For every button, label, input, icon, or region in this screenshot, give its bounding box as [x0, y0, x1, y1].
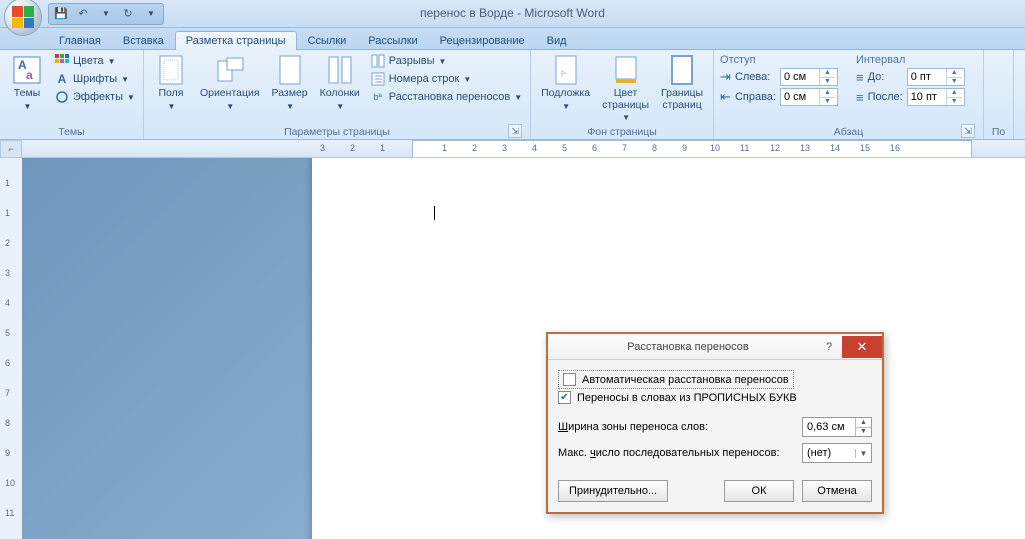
- watermark-button[interactable]: A Подложка▼: [537, 52, 594, 113]
- page-color-icon: [610, 54, 642, 86]
- theme-colors-button[interactable]: Цвета▼: [52, 52, 137, 70]
- page-color-button[interactable]: Цвет страницы▼: [598, 52, 653, 124]
- columns-button[interactable]: Колонки▼: [316, 52, 364, 113]
- group-label-page-setup: Параметры страницы ⇲: [150, 124, 524, 139]
- zone-input[interactable]: ▲▼: [802, 417, 872, 437]
- svg-text:a: a: [26, 68, 33, 82]
- manual-button[interactable]: Принудительно...: [558, 480, 668, 502]
- group-arrange: По: [984, 50, 1014, 139]
- indent-right-label: Справа:: [735, 91, 776, 103]
- space-before-input[interactable]: ▲▼: [907, 68, 965, 86]
- dialog-title: Расстановка переносов: [560, 341, 816, 353]
- group-label-arrange: По: [990, 124, 1007, 139]
- tab-mailings[interactable]: Рассылки: [357, 31, 428, 50]
- line-numbers-icon: [370, 71, 386, 87]
- orientation-button[interactable]: Ориентация▼: [196, 52, 264, 113]
- chevron-down-icon: ▼: [24, 102, 32, 111]
- qat-customize[interactable]: ▼: [143, 6, 159, 22]
- indent-right-input[interactable]: ▲▼: [780, 88, 838, 106]
- margins-button[interactable]: Поля▼: [150, 52, 192, 113]
- tab-view[interactable]: Вид: [536, 31, 578, 50]
- orientation-icon: [214, 54, 246, 86]
- space-before-icon: ≡: [856, 70, 864, 85]
- checkbox-icon: [563, 373, 576, 386]
- indent-left-input[interactable]: ▲▼: [780, 68, 838, 86]
- office-logo-icon: [12, 6, 34, 28]
- redo-button[interactable]: ↻: [120, 6, 136, 22]
- dialog-titlebar[interactable]: Расстановка переносов ? ✕: [548, 334, 882, 360]
- group-paragraph: Отступ ⇥ Слева: ▲▼ ⇤ Справа: ▲▼ Интервал…: [714, 50, 984, 139]
- window-title: перенос в Ворде - Microsoft Word: [420, 6, 605, 20]
- columns-icon: [324, 54, 356, 86]
- themes-icon: Aa: [11, 54, 43, 86]
- effects-icon: [54, 89, 70, 105]
- save-button[interactable]: 💾: [53, 6, 69, 22]
- indent-right-icon: ⇤: [720, 89, 731, 105]
- space-after-icon: ≡: [856, 90, 864, 105]
- indent-left-icon: ⇥: [720, 69, 731, 85]
- checkbox-icon: ✔: [558, 391, 571, 404]
- ruler-corner[interactable]: ⌐: [0, 140, 22, 158]
- space-after-input[interactable]: ▲▼: [907, 88, 965, 106]
- hyphenation-dialog: Расстановка переносов ? ✕ Автоматическая…: [546, 332, 884, 514]
- page-borders-button[interactable]: Границы страниц: [657, 52, 707, 113]
- vertical-ruler[interactable]: 1 1 2 3 4 5 6 7 8 9 10 11: [0, 158, 22, 539]
- tab-insert[interactable]: Вставка: [112, 31, 175, 50]
- quick-access-toolbar: 💾 ↶ ▼ ↻ ▼: [48, 3, 164, 25]
- spacing-heading: Интервал: [856, 54, 965, 68]
- colors-icon: [54, 53, 70, 69]
- margins-icon: [155, 54, 187, 86]
- themes-button[interactable]: Aa Темы ▼: [6, 52, 48, 113]
- indent-heading: Отступ: [720, 54, 838, 68]
- hyphenation-icon: bª: [370, 89, 386, 105]
- indent-left-label: Слева:: [735, 71, 776, 83]
- ok-button[interactable]: ОК: [724, 480, 794, 502]
- auto-hyphenation-checkbox[interactable]: Автоматическая расстановка переносов: [558, 370, 794, 389]
- hyphenation-button[interactable]: bª Расстановка переносов▼: [368, 88, 524, 106]
- group-page-background: A Подложка▼ Цвет страницы▼ Границы стран…: [531, 50, 714, 139]
- fonts-icon: A: [54, 71, 70, 87]
- breaks-button[interactable]: Разрывы▼: [368, 52, 524, 70]
- theme-effects-button[interactable]: Эффекты▼: [52, 88, 137, 106]
- line-numbers-button[interactable]: Номера строк▼: [368, 70, 524, 88]
- cancel-button[interactable]: Отмена: [802, 480, 872, 502]
- tab-references[interactable]: Ссылки: [297, 31, 358, 50]
- group-label-themes: Темы: [6, 124, 137, 139]
- caps-hyphenation-checkbox[interactable]: ✔ Переносы в словах из ПРОПИСНЫХ БУКВ: [558, 389, 872, 406]
- horizontal-ruler[interactable]: 3 2 1 1 2 3 4 5 6 7 8 9 10 11 12 13 14 1…: [22, 140, 1025, 158]
- undo-button[interactable]: ↶: [75, 6, 91, 22]
- theme-fonts-button[interactable]: A Шрифты▼: [52, 70, 137, 88]
- watermark-icon: A: [550, 54, 582, 86]
- page-borders-icon: [666, 54, 698, 86]
- paragraph-launcher[interactable]: ⇲: [961, 124, 975, 138]
- undo-dropdown[interactable]: ▼: [98, 6, 114, 22]
- group-label-paragraph: Абзац ⇲: [720, 124, 977, 139]
- space-before-label: До:: [868, 71, 903, 83]
- ribbon: Aa Темы ▼ Цвета▼ A Шрифты▼ Эффекты▼: [0, 50, 1025, 140]
- limit-combo[interactable]: (нет)▼: [802, 443, 872, 463]
- space-after-label: После:: [868, 91, 903, 103]
- watermark-text: FREE-OFFICE.NET: [904, 523, 1017, 535]
- page-setup-launcher[interactable]: ⇲: [508, 124, 522, 138]
- breaks-icon: [370, 53, 386, 69]
- size-button[interactable]: Размер▼: [268, 52, 312, 113]
- tab-home[interactable]: Главная: [48, 31, 112, 50]
- group-themes: Aa Темы ▼ Цвета▼ A Шрифты▼ Эффекты▼: [0, 50, 144, 139]
- size-icon: [274, 54, 306, 86]
- group-label-page-bg: Фон страницы: [537, 124, 707, 139]
- dialog-close-button[interactable]: ✕: [842, 336, 882, 358]
- title-bar: 💾 ↶ ▼ ↻ ▼ перенос в Ворде - Microsoft Wo…: [0, 0, 1025, 28]
- text-cursor: [434, 206, 435, 220]
- dialog-help-button[interactable]: ?: [816, 336, 842, 358]
- tab-review[interactable]: Рецензирование: [429, 31, 536, 50]
- zone-label: ШШирина зоны переноса слов:ирина зоны пе…: [558, 421, 708, 433]
- ribbon-tabs: Главная Вставка Разметка страницы Ссылки…: [0, 28, 1025, 50]
- tab-page-layout[interactable]: Разметка страницы: [175, 31, 297, 50]
- limit-label: Макс. число последовательных переносов:: [558, 447, 780, 459]
- group-page-setup: Поля▼ Ориентация▼ Размер▼ Колонки▼ Разры…: [144, 50, 531, 139]
